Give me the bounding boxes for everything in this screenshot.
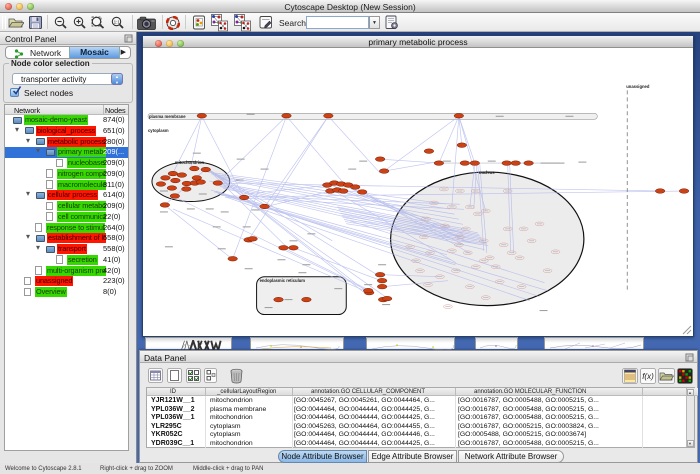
svg-text:nucleus: nucleus: [479, 170, 495, 175]
svg-text:1:1: 1:1: [114, 19, 121, 24]
svg-text:f(x): f(x): [642, 372, 654, 381]
svg-text:unassigned: unassigned: [626, 84, 650, 89]
svg-text:cytoplasm: cytoplasm: [148, 128, 169, 133]
svg-text:plasma membrane: plasma membrane: [149, 114, 186, 119]
svg-text:mitochondrion: mitochondrion: [175, 160, 205, 165]
svg-text:endoplasmic reticulum: endoplasmic reticulum: [260, 278, 306, 283]
